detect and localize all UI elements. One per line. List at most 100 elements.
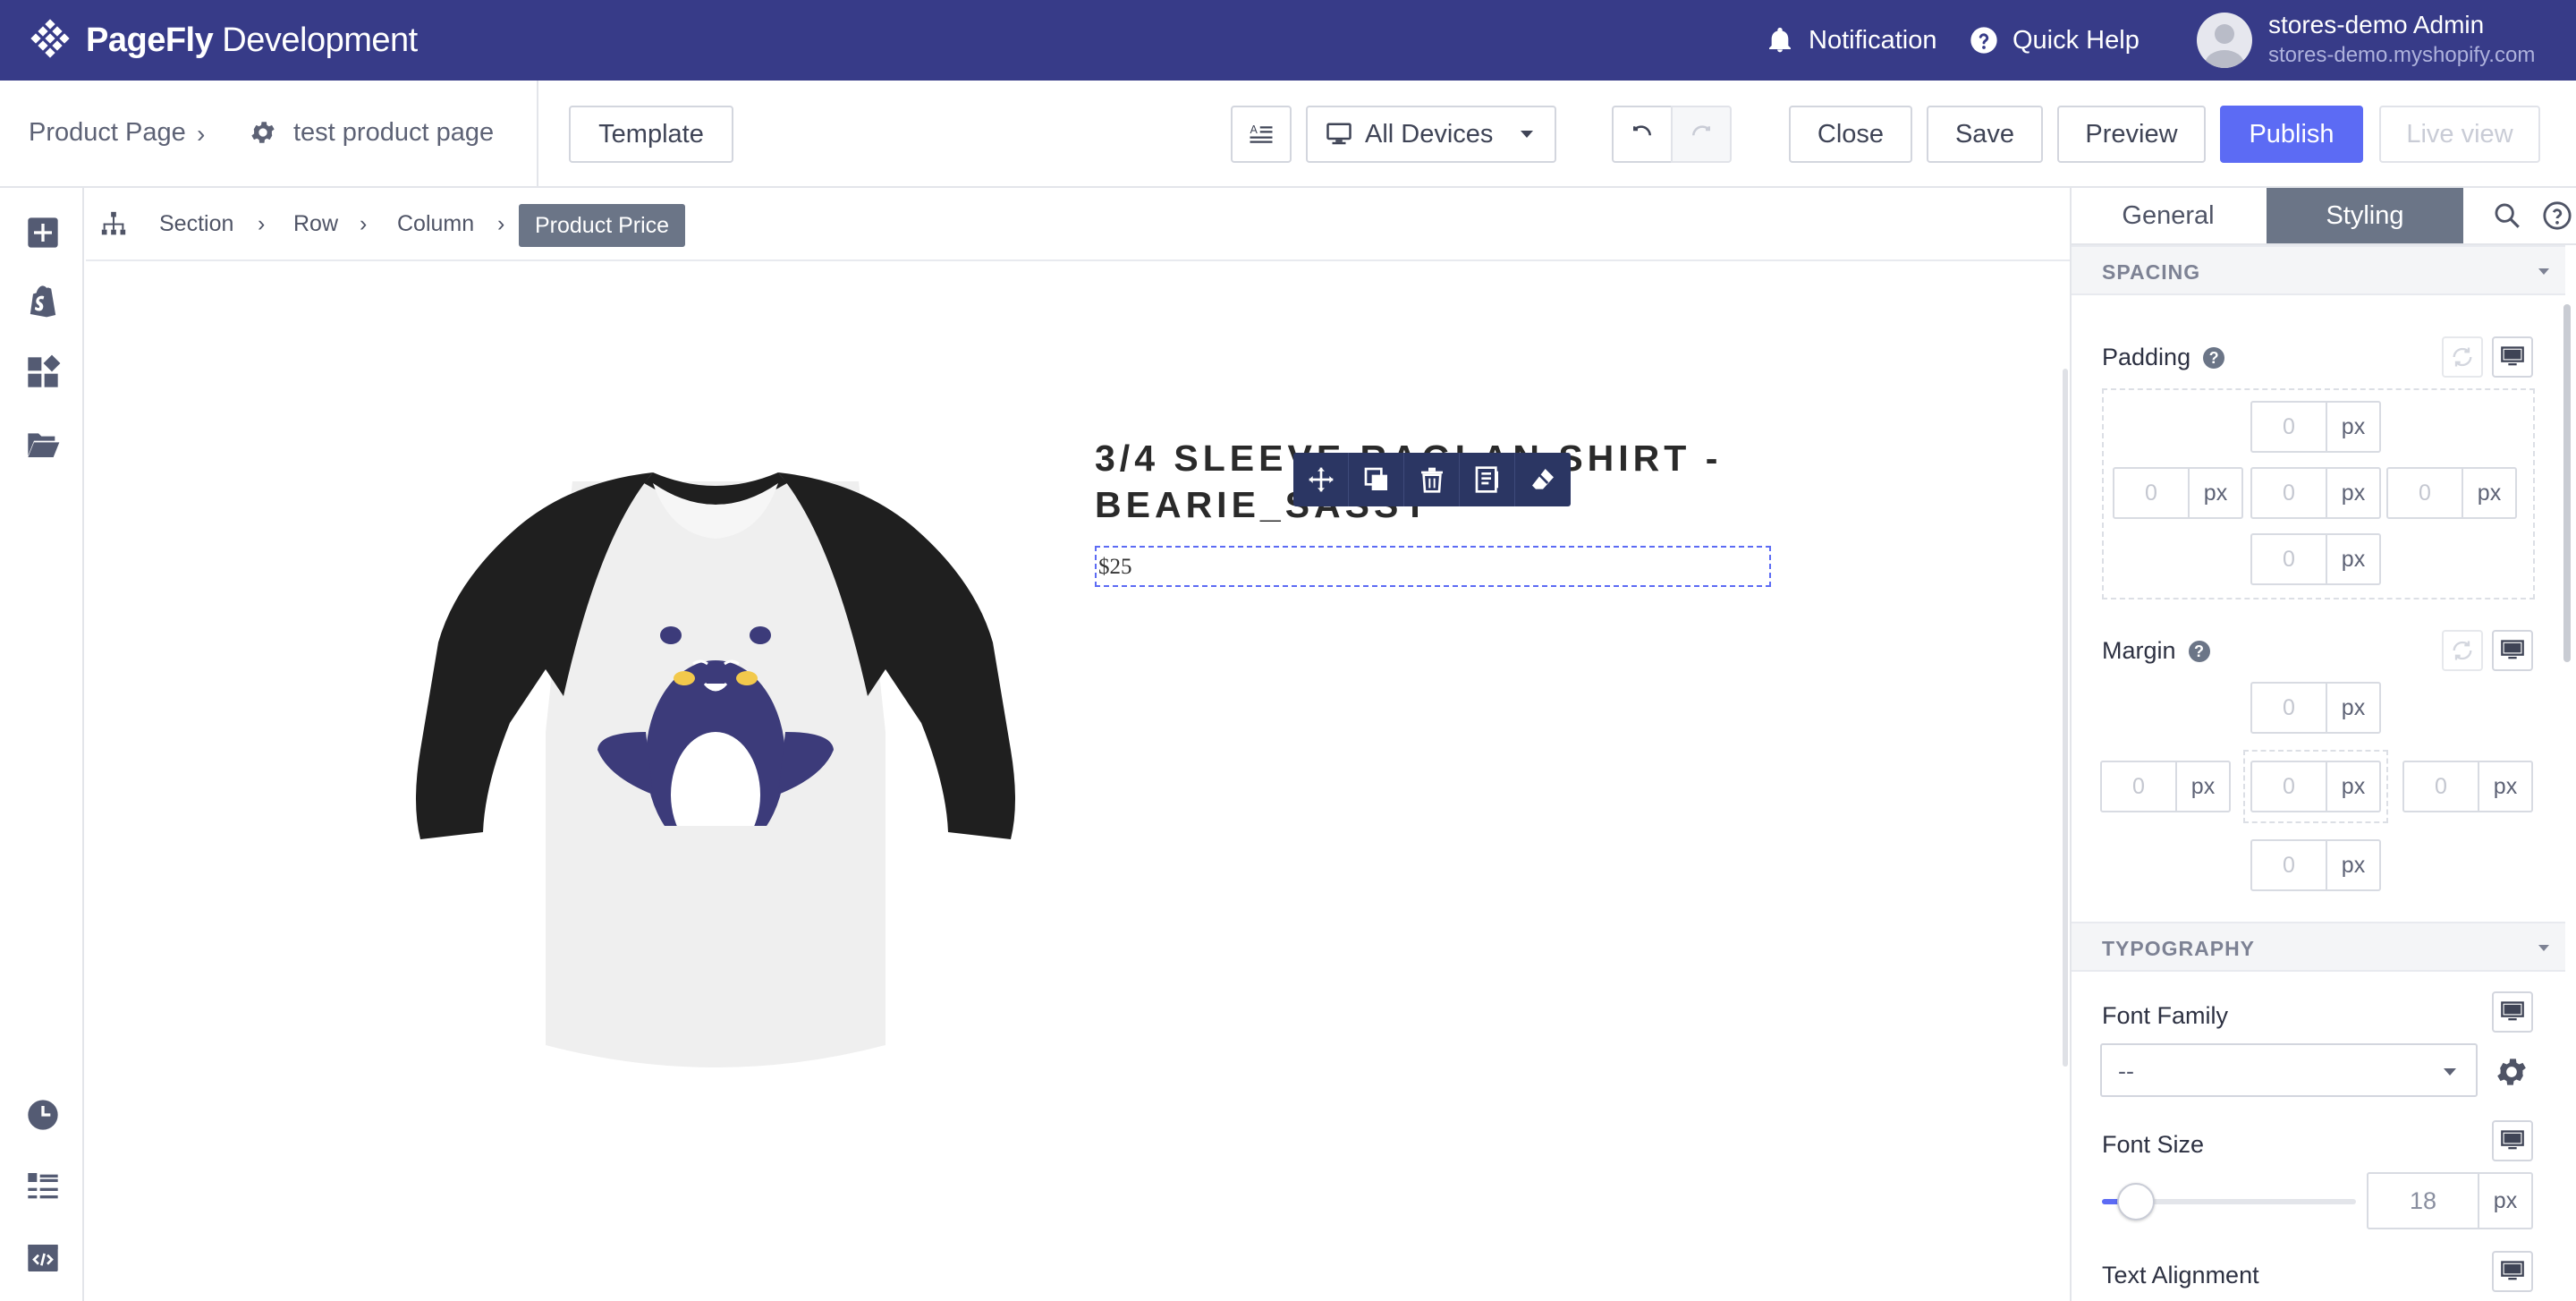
text-alignment-label: Text Alignment	[2102, 1262, 2259, 1288]
chevron-down-icon	[1521, 131, 1533, 138]
sitemap-icon[interactable]	[98, 209, 129, 240]
padding-center-input[interactable]: 0 px	[2250, 467, 2381, 519]
slider-thumb[interactable]	[2116, 1183, 2155, 1220]
notification-button[interactable]: Notification	[1766, 20, 1936, 61]
device-select-value: All Devices	[1365, 119, 1494, 149]
spacing-section-header[interactable]: SPACING	[2072, 245, 2565, 295]
history-icon[interactable]	[25, 1097, 61, 1133]
crumb-row[interactable]: Row	[293, 211, 338, 237]
padding-device-button[interactable]	[2492, 336, 2533, 378]
left-sidebar	[0, 188, 84, 1301]
shopify-icon[interactable]	[25, 283, 61, 319]
quick-help-button[interactable]: Quick Help	[1970, 20, 2140, 61]
undo-button[interactable]	[1612, 106, 1673, 163]
pagefly-logo[interactable]: PageFly Development	[29, 18, 418, 63]
close-button[interactable]: Close	[1789, 106, 1912, 163]
element-floating-toolbar	[1293, 453, 1571, 506]
font-size-label: Font Size	[2102, 1131, 2205, 1158]
template-button[interactable]: Template	[569, 106, 733, 163]
margin-center-input[interactable]: 0 px	[2250, 761, 2381, 812]
bell-icon	[1769, 27, 1791, 53]
margin-bottom-input[interactable]: 0 px	[2250, 839, 2381, 891]
user-menu[interactable]: stores-demo Admin stores-demo.myshopify.…	[2197, 7, 2572, 73]
layers-list-icon[interactable]	[25, 1169, 61, 1204]
sync-icon	[2453, 347, 2472, 367]
trash-icon	[1420, 467, 1443, 493]
duplicate-button[interactable]	[1349, 453, 1404, 506]
padding-left-input[interactable]: 0 px	[2113, 467, 2243, 519]
padding-bottom-input[interactable]: 0 px	[2250, 533, 2381, 585]
product-image[interactable]	[385, 463, 1046, 1090]
padding-label: Padding?	[2102, 344, 2225, 371]
pagefly-logo-icon	[30, 19, 70, 58]
font-size-slider[interactable]	[2102, 1183, 2356, 1220]
margin-left-input[interactable]: 0 px	[2100, 761, 2231, 812]
padding-top-input[interactable]: 0 px	[2250, 401, 2381, 453]
move-icon	[1309, 467, 1333, 492]
live-view-button[interactable]: Live view	[2379, 106, 2540, 163]
user-avatar-icon	[2205, 24, 2244, 68]
reset-margin-button[interactable]	[2442, 630, 2483, 671]
inspector-panel: General Styling SPACING Padding? 0 px 0 px…	[2070, 188, 2576, 1301]
clear-style-button[interactable]	[1515, 453, 1571, 506]
text-format-button[interactable]: A	[1231, 106, 1292, 163]
desktop-icon	[2501, 346, 2524, 366]
delete-button[interactable]	[1404, 453, 1460, 506]
typography-section-header[interactable]: TYPOGRAPHY	[2072, 922, 2565, 972]
crumb-column[interactable]: Column	[397, 211, 474, 237]
preview-button[interactable]: Preview	[2057, 106, 2206, 163]
breadcrumb-page-name[interactable]: test product page	[293, 118, 494, 148]
tab-general[interactable]: General	[2072, 188, 2265, 243]
canvas-scrollbar[interactable]	[2063, 369, 2068, 1067]
reset-padding-button[interactable]	[2442, 336, 2483, 378]
save-button[interactable]: Save	[1927, 106, 2043, 163]
margin-top-input[interactable]: 0 px	[2250, 682, 2381, 734]
desktop-icon	[1326, 123, 1352, 145]
crumb-section[interactable]: Section	[159, 211, 233, 237]
redo-icon	[1692, 125, 1710, 136]
quick-help-label: Quick Help	[2012, 25, 2140, 55]
typography-title: TYPOGRAPHY	[2102, 937, 2256, 960]
text-align-icon: A	[1250, 123, 1273, 143]
save-snippet-icon	[1475, 466, 1498, 493]
crumb-chevron-icon: ›	[258, 211, 266, 236]
font-size-device-button[interactable]	[2492, 1120, 2533, 1161]
search-icon[interactable]	[2492, 200, 2522, 231]
duplicate-icon	[1364, 467, 1387, 490]
font-size-input[interactable]: 18 px	[2367, 1172, 2533, 1229]
notification-label: Notification	[1809, 25, 1937, 55]
editor-canvas[interactable]	[86, 261, 2070, 1301]
margin-label: Margin?	[2102, 637, 2210, 665]
tab-styling[interactable]: Styling	[2267, 188, 2463, 243]
font-family-select[interactable]: --	[2100, 1043, 2478, 1097]
device-select[interactable]: All Devices	[1306, 106, 1556, 163]
code-icon[interactable]	[25, 1240, 61, 1276]
font-family-device-button[interactable]	[2492, 991, 2533, 1033]
text-alignment-device-button[interactable]	[2492, 1251, 2533, 1292]
help-circle-icon[interactable]: ?	[2188, 641, 2210, 662]
gear-icon[interactable]	[249, 118, 277, 147]
breadcrumb-product-page[interactable]: Product Page	[29, 118, 186, 148]
move-button[interactable]	[1293, 453, 1349, 506]
editor-toolbar: Product Page › test product page Templat…	[0, 81, 2576, 188]
elements-grid-icon[interactable]	[25, 354, 61, 390]
margin-device-button[interactable]	[2492, 630, 2533, 671]
crumb-product-price[interactable]: Product Price	[519, 204, 686, 247]
product-price: $25	[1098, 555, 1132, 579]
save-snippet-button[interactable]	[1460, 453, 1515, 506]
add-element-icon[interactable]	[25, 215, 61, 251]
gear-icon[interactable]	[2494, 1054, 2529, 1090]
folder-icon[interactable]	[25, 426, 61, 462]
breadcrumb-chevron-icon: ›	[197, 120, 206, 148]
help-icon[interactable]	[2542, 200, 2572, 231]
question-circle-icon	[1970, 27, 1997, 54]
crumb-chevron-icon: ›	[360, 211, 368, 236]
redo-button[interactable]	[1671, 106, 1732, 163]
user-name: stores-demo Admin	[2268, 11, 2485, 38]
help-circle-icon[interactable]: ?	[2203, 347, 2225, 369]
inspector-scrollbar[interactable]	[2563, 304, 2571, 662]
publish-button[interactable]: Publish	[2220, 106, 2363, 163]
product-price-element[interactable]: $25	[1095, 546, 1771, 587]
padding-right-input[interactable]: 0 px	[2386, 467, 2517, 519]
margin-right-input[interactable]: 0 px	[2402, 761, 2533, 812]
